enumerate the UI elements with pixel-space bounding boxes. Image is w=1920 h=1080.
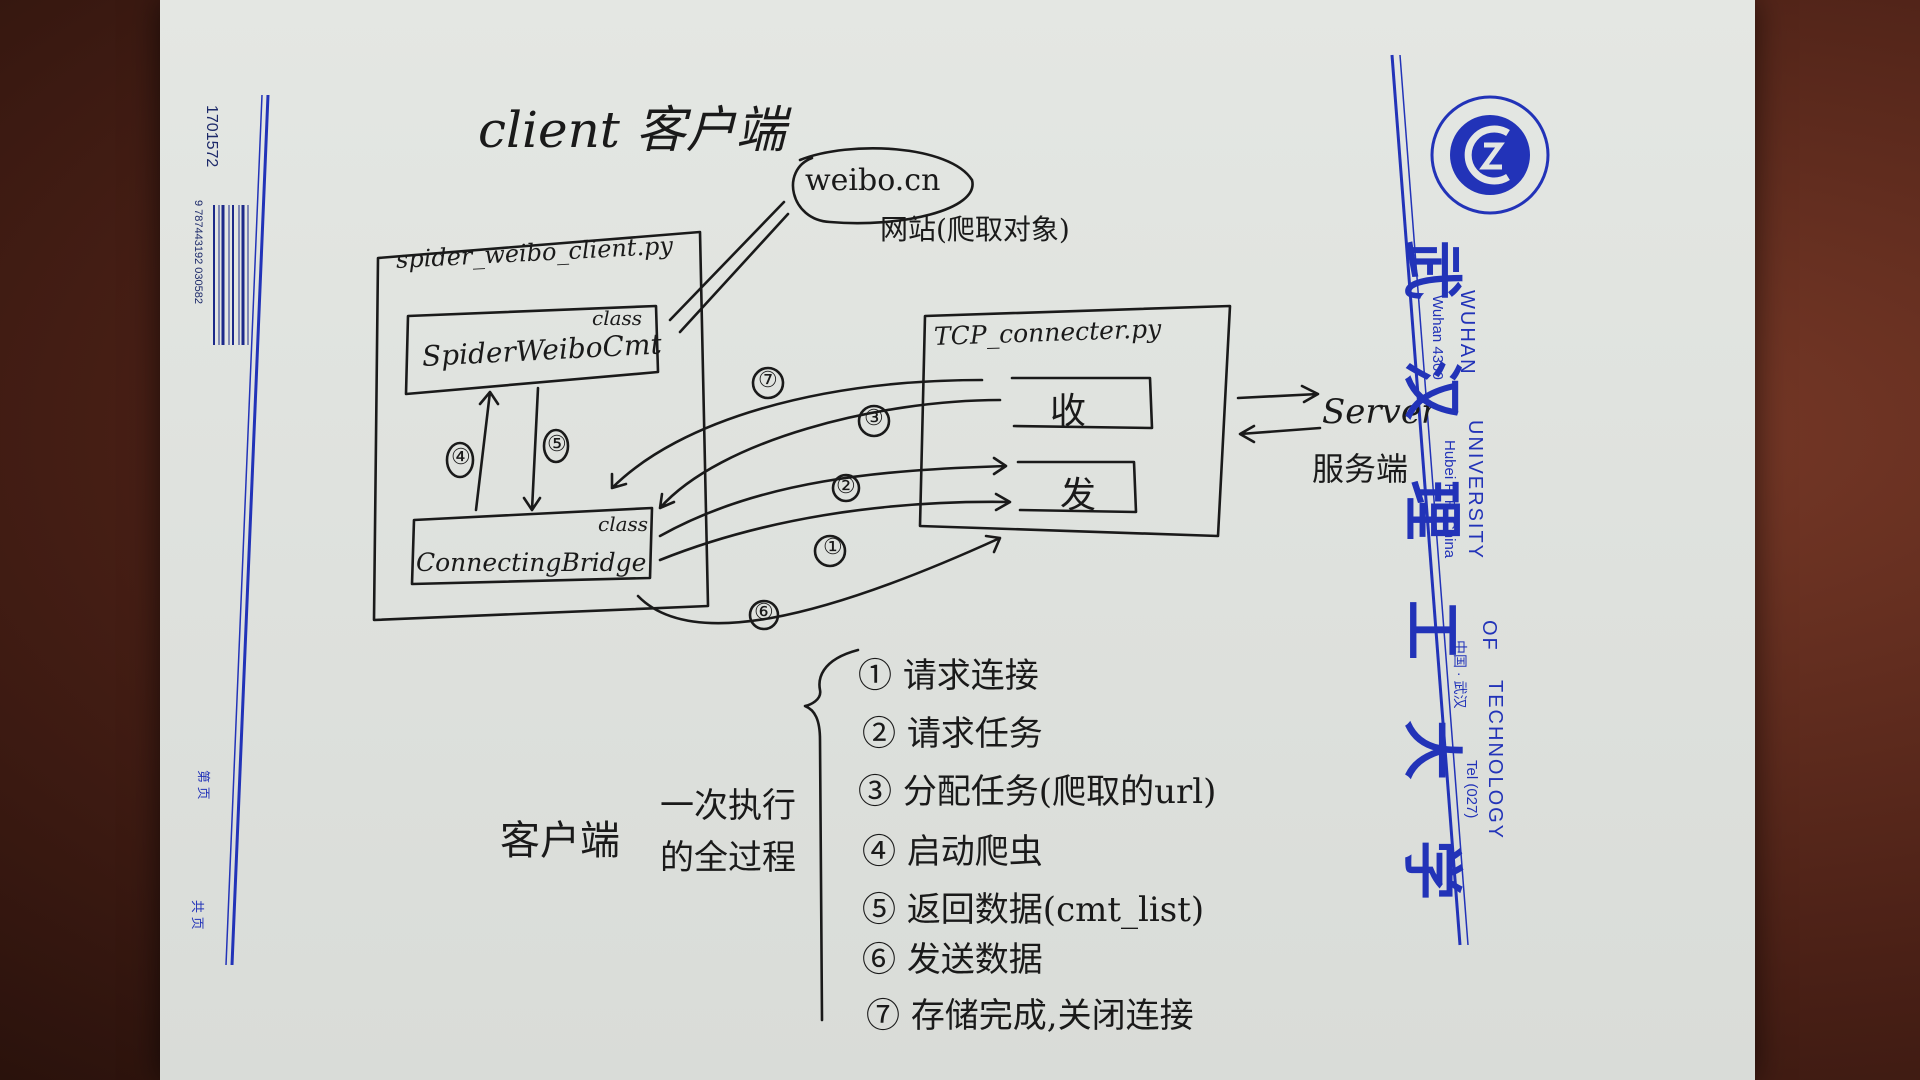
- send-label: 发: [1060, 475, 1097, 516]
- arrow-to-server: [1236, 384, 1320, 404]
- university-name-en-2: UNIVERSITY: [1464, 420, 1486, 561]
- university-name-en-1: WUHAN: [1456, 290, 1478, 376]
- weibo-desc: 网站(爬取对象): [880, 213, 1070, 246]
- telephone: Tel (027): [1463, 760, 1480, 819]
- arrow-2: [658, 456, 1008, 538]
- mark-1: ①: [823, 535, 843, 560]
- total-label: 共 页: [190, 900, 205, 930]
- address-line-2: Hubei P. R. China: [1441, 440, 1458, 559]
- arrow-5: [522, 386, 542, 512]
- mark-3: ③: [864, 406, 884, 431]
- step-item-1: ① 请求连接: [858, 656, 1039, 696]
- university-name-en-4: TECHNOLOGY: [1484, 680, 1506, 841]
- spider-class-tag: class: [592, 306, 643, 330]
- arrow-4: [474, 390, 500, 512]
- photo-scene: client 客户端 weibo.cn 网站(爬取对象) spider_weib…: [0, 0, 1920, 1080]
- step-item-6: ⑥ 发送数据: [862, 940, 1043, 980]
- step-item-4: ④ 启动爬虫: [862, 832, 1043, 872]
- weibo-label: weibo.cn: [805, 163, 941, 198]
- weibo-link-line-a: [668, 200, 786, 322]
- bridge-class-name: ConnectingBridge: [416, 548, 647, 577]
- recv-label: 收: [1050, 391, 1087, 432]
- summary-right-2: 的全过程: [660, 838, 796, 878]
- summary-left: 客户端: [500, 818, 620, 864]
- university-seal: [1430, 95, 1550, 215]
- mark-7: ⑦: [758, 368, 778, 393]
- steps-brace: [803, 648, 860, 1022]
- step-item-5: ⑤ 返回数据(cmt_list): [862, 890, 1205, 930]
- address-line-3: 中国 · 武汉: [1452, 640, 1468, 709]
- step-item-7: ⑦ 存储完成,关闭连接: [866, 996, 1194, 1036]
- university-name-en-3: OF: [1478, 620, 1500, 652]
- mark-6: ⑥: [754, 600, 774, 625]
- barcode-digits: 9 787443192 030582: [192, 200, 204, 304]
- mark-2: ②: [836, 474, 856, 499]
- serial-number: 1701572: [203, 105, 220, 168]
- mark-4: ④: [451, 445, 471, 470]
- arrow-from-server: [1238, 424, 1322, 444]
- step-item-3: ③ 分配任务(爬取的url): [858, 772, 1217, 812]
- barcode: [210, 205, 250, 345]
- page-label: 第 页: [196, 770, 211, 800]
- mark-5: ⑤: [547, 432, 567, 457]
- step-item-2: ② 请求任务: [862, 714, 1043, 754]
- diagram-title: client 客户端: [478, 101, 786, 159]
- bridge-class-tag: class: [598, 512, 649, 536]
- summary-right-1: 一次执行: [660, 786, 796, 826]
- arrow-3: [658, 398, 1002, 510]
- address-line-1: Wuhan 4300: [1429, 295, 1446, 380]
- arrow-7: [610, 378, 984, 490]
